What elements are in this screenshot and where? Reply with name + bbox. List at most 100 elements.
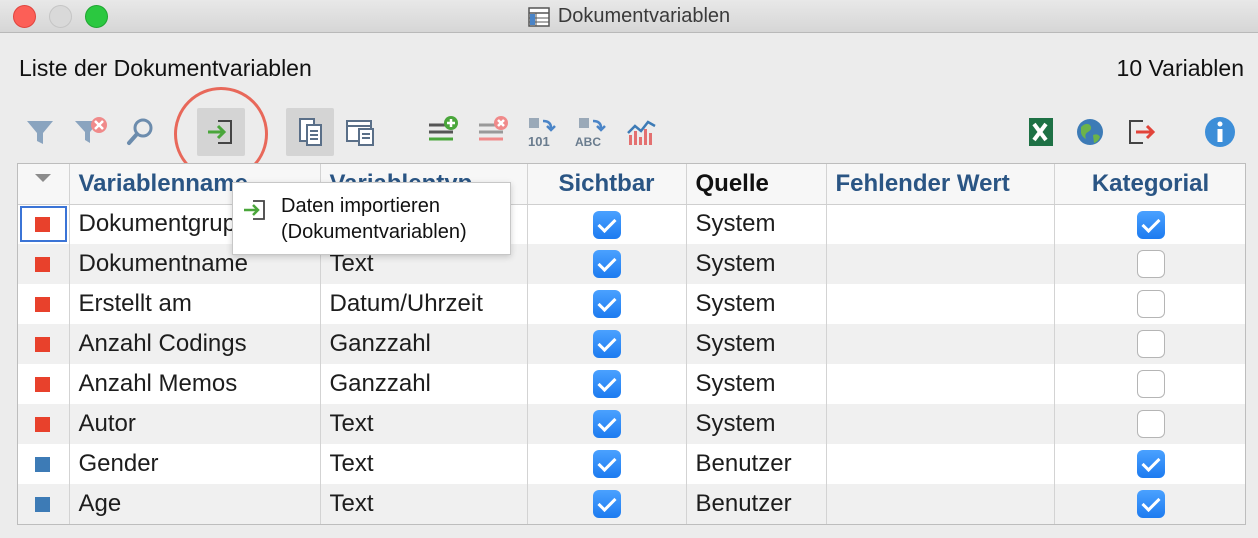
variable-type-marker-icon <box>35 257 50 273</box>
missing-value-cell[interactable] <box>826 484 1055 524</box>
table-row[interactable]: Anzahl Memos Ganzzahl System <box>18 364 1245 404</box>
row-marker-cell[interactable] <box>18 484 70 524</box>
excel-export-button[interactable] <box>1016 108 1064 156</box>
visible-cell <box>527 324 687 364</box>
add-variable-button[interactable] <box>418 108 466 156</box>
row-marker-cell[interactable] <box>18 404 70 444</box>
categorical-checkbox[interactable] <box>1136 210 1165 239</box>
delete-variable-button[interactable] <box>468 108 516 156</box>
table-row[interactable]: Gender Text Benutzer <box>18 444 1245 484</box>
tooltip-title: Daten importieren <box>281 195 440 217</box>
globe-icon <box>1077 119 1103 145</box>
document-view-button[interactable] <box>336 108 384 156</box>
window-title: Dokumentvariablen <box>557 5 731 27</box>
variable-type-cell[interactable]: Text <box>320 444 528 484</box>
statistics-button[interactable] <box>618 108 666 156</box>
search-button[interactable] <box>116 108 164 156</box>
categorical-checkbox[interactable] <box>1136 370 1165 399</box>
visible-cell <box>527 444 687 484</box>
source-cell: Benutzer <box>686 444 827 484</box>
delete-variable-icon <box>479 116 508 141</box>
column-header-sichtbar[interactable]: Sichtbar <box>527 164 687 205</box>
column-header-kategorial[interactable]: Kategorial <box>1054 164 1245 205</box>
filter-button[interactable] <box>16 108 64 156</box>
variable-type-marker-icon <box>35 377 50 393</box>
missing-value-cell[interactable] <box>826 404 1055 444</box>
variable-name-cell[interactable]: Anzahl Codings <box>69 324 321 364</box>
variable-name-cell[interactable]: Anzahl Memos <box>69 364 321 404</box>
svg-text:101: 101 <box>528 134 550 149</box>
import-tooltip: Daten importieren (Dokumentvariablen) <box>232 182 511 255</box>
table-row[interactable]: DokumentgruppeTextSystem <box>18 204 1245 244</box>
row-marker-cell[interactable] <box>18 284 70 324</box>
row-marker-cell[interactable] <box>18 444 70 484</box>
sort-column-header[interactable] <box>18 164 70 205</box>
svg-text:ABC: ABC <box>575 135 601 149</box>
web-export-button[interactable] <box>1066 108 1114 156</box>
variable-count: 10 Variablen <box>1116 55 1244 81</box>
row-marker-cell[interactable] <box>18 364 70 404</box>
visible-cell <box>527 284 687 324</box>
categorical-checkbox[interactable] <box>1136 250 1165 279</box>
variable-name-cell[interactable]: Autor <box>69 404 321 444</box>
variable-type-cell[interactable]: Text <box>320 404 528 444</box>
missing-value-cell[interactable] <box>826 244 1055 284</box>
missing-value-cell[interactable] <box>826 284 1055 324</box>
variable-type-cell[interactable]: Ganzzahl <box>320 324 528 364</box>
variable-type-marker-icon <box>35 457 50 473</box>
clear-filter-button[interactable] <box>66 108 114 156</box>
variable-name-cell[interactable]: Gender <box>69 444 321 484</box>
visible-checkbox[interactable] <box>592 250 621 279</box>
missing-value-cell[interactable] <box>826 364 1055 404</box>
categorical-cell <box>1054 244 1245 284</box>
table-row[interactable]: Erstellt am Datum/Uhrzeit System <box>18 284 1245 324</box>
visible-checkbox[interactable] <box>592 210 621 239</box>
variable-name-cell[interactable]: Age <box>69 484 321 524</box>
visible-checkbox[interactable] <box>592 290 621 319</box>
variable-type-cell[interactable]: Text <box>320 484 528 524</box>
filter-icon <box>27 121 53 144</box>
import-button[interactable] <box>197 108 245 156</box>
variable-type-cell[interactable]: Datum/Uhrzeit <box>320 284 528 324</box>
sort-arrow-icon <box>35 173 52 182</box>
visible-checkbox[interactable] <box>592 410 621 439</box>
row-marker-cell[interactable] <box>18 204 70 244</box>
export-icon <box>1129 120 1156 144</box>
table-row[interactable]: Age Text Benutzer <box>18 484 1245 524</box>
missing-value-cell[interactable] <box>826 444 1055 484</box>
missing-value-cell[interactable] <box>826 324 1055 364</box>
missing-value-cell[interactable] <box>826 204 1055 244</box>
convert-to-number-button[interactable]: 101 <box>518 108 566 156</box>
categorical-checkbox[interactable] <box>1136 330 1165 359</box>
row-marker-cell[interactable] <box>18 244 70 284</box>
variable-type-cell[interactable]: Ganzzahl <box>320 364 528 404</box>
categorical-checkbox[interactable] <box>1136 450 1165 479</box>
source-cell: System <box>686 204 827 244</box>
categorical-checkbox[interactable] <box>1136 290 1165 319</box>
title-bar: Dokumentvariablen <box>0 0 1258 33</box>
table-row[interactable]: Dokumentname Text System <box>18 244 1245 284</box>
source-cell: Benutzer <box>686 484 827 524</box>
export-button[interactable] <box>1116 108 1164 156</box>
document-variables-view-button[interactable] <box>286 108 334 156</box>
info-button[interactable] <box>1196 108 1244 156</box>
visible-cell <box>527 204 687 244</box>
visible-checkbox[interactable] <box>592 490 621 519</box>
convert-to-text-button[interactable]: ABC <box>568 108 616 156</box>
visible-checkbox[interactable] <box>592 330 621 359</box>
clear-filter-icon <box>75 117 107 143</box>
variable-name-cell[interactable]: Erstellt am <box>69 284 321 324</box>
variable-type-marker-icon <box>35 417 50 433</box>
table-icon <box>528 6 550 27</box>
document-view-icon <box>346 120 374 146</box>
row-marker-cell[interactable] <box>18 324 70 364</box>
categorical-checkbox[interactable] <box>1136 490 1165 519</box>
table-row[interactable]: Anzahl Codings Ganzzahl System <box>18 324 1245 364</box>
column-header-fehlender-wert[interactable]: Fehlender Wert <box>826 164 1055 205</box>
visible-checkbox[interactable] <box>592 450 621 479</box>
categorical-checkbox[interactable] <box>1136 410 1165 439</box>
import-icon <box>244 200 265 220</box>
column-header-quelle[interactable]: Quelle <box>686 164 827 205</box>
table-row[interactable]: Autor Text System <box>18 404 1245 444</box>
visible-checkbox[interactable] <box>592 370 621 399</box>
